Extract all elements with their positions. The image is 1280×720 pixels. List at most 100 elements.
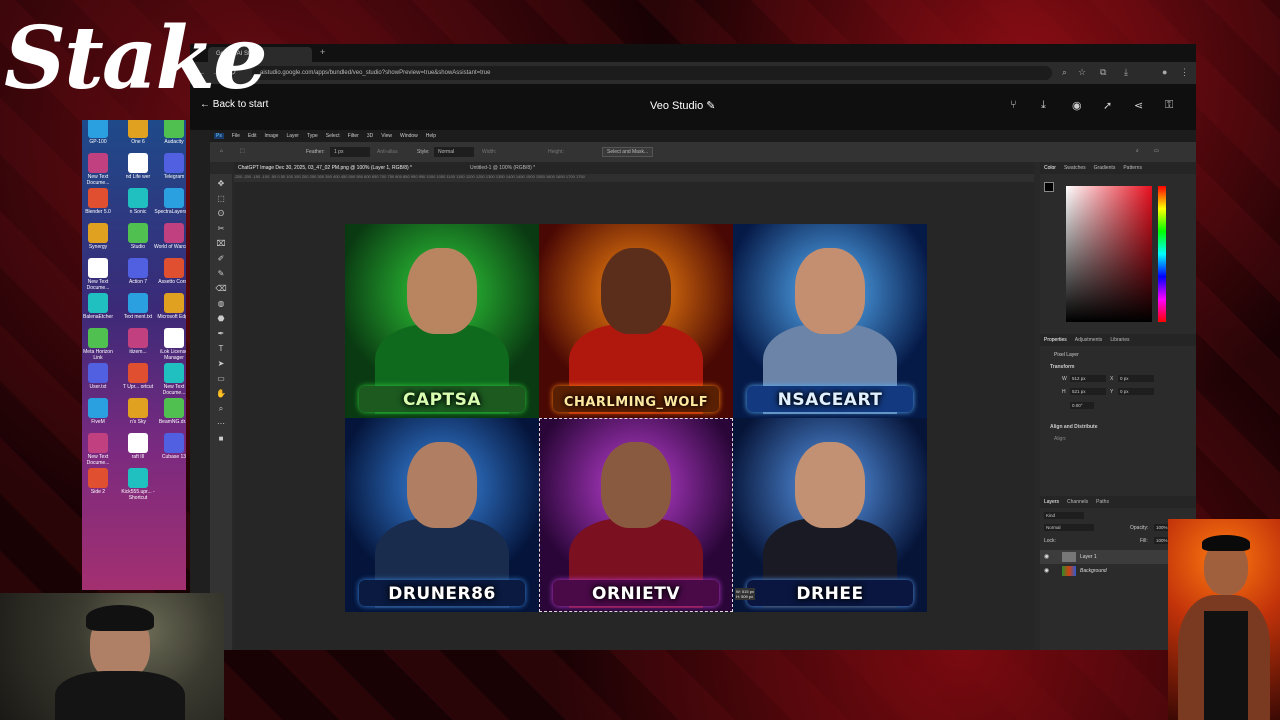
- tab-swatches[interactable]: Swatches: [1064, 165, 1086, 171]
- avatar-card[interactable]: CHARLMING_WOLF: [539, 224, 733, 418]
- visibility-eye-icon[interactable]: ◉: [1044, 553, 1049, 560]
- download-icon[interactable]: ⤓: [1041, 99, 1046, 112]
- profile-icon[interactable]: ●: [1162, 67, 1167, 77]
- zoom-icon[interactable]: ⌕: [1062, 67, 1067, 78]
- desktop-icon[interactable]: Synergy: [82, 223, 118, 250]
- lasso-tool-icon[interactable]: ʘ: [215, 208, 227, 220]
- workspace-icon[interactable]: ▭: [1154, 148, 1159, 154]
- tab-patterns[interactable]: Patterns: [1123, 165, 1142, 171]
- brush-tool-icon[interactable]: ✎: [215, 268, 227, 280]
- desktop-icon[interactable]: Side 2: [82, 468, 118, 495]
- path-select-tool-icon[interactable]: ➤: [215, 358, 227, 370]
- hue-slider[interactable]: [1158, 186, 1166, 322]
- tab-layers[interactable]: Layers: [1044, 499, 1059, 505]
- foreground-color-swatch[interactable]: [1044, 182, 1054, 192]
- desktop-icon[interactable]: FiveM: [82, 398, 118, 425]
- desktop-icon[interactable]: One 6: [118, 120, 158, 145]
- menu-help[interactable]: Help: [426, 133, 436, 139]
- pen-tool-icon[interactable]: ✒: [215, 328, 227, 340]
- desktop-icon[interactable]: Blender 5.0: [82, 188, 118, 215]
- download-icon[interactable]: ⤓: [1124, 67, 1128, 78]
- layer-filter-select[interactable]: Kind: [1044, 512, 1084, 519]
- search-icon[interactable]: ⌕: [1136, 148, 1139, 154]
- feather-input[interactable]: 1 px: [330, 147, 370, 157]
- hand-tool-icon[interactable]: ✋: [215, 388, 227, 400]
- select-and-mask-button[interactable]: Select and Mask...: [602, 147, 654, 157]
- desktop-icon[interactable]: New Text Docume...: [82, 258, 118, 291]
- menu-3d[interactable]: 3D: [367, 133, 373, 139]
- eraser-tool-icon[interactable]: ⌫: [215, 283, 227, 295]
- style-select[interactable]: Normal: [434, 147, 474, 157]
- url-input[interactable]: aistudio.google.com/apps/bundled/veo_stu…: [252, 66, 1052, 80]
- desktop-icon[interactable]: itizem...: [118, 328, 158, 355]
- width-field[interactable]: 512 px: [1070, 375, 1106, 382]
- desktop-icon[interactable]: T Upr... ortcut: [118, 363, 158, 390]
- extensions-icon[interactable]: ⧉: [1100, 67, 1106, 78]
- desktop-icon[interactable]: Meta Horizon Link: [82, 328, 118, 361]
- tab-channels[interactable]: Channels: [1067, 499, 1088, 505]
- type-tool-icon[interactable]: T: [215, 343, 227, 355]
- avatar-card[interactable]: DRUNER86: [345, 418, 539, 612]
- tab-color[interactable]: Color: [1044, 165, 1056, 171]
- desktop-icon[interactable]: World of Warcra...: [154, 223, 186, 250]
- menu-edit[interactable]: Edit: [248, 133, 257, 139]
- marquee-tool-icon[interactable]: ⬚: [240, 148, 245, 154]
- avatar-card[interactable]: DRHEE: [733, 418, 927, 612]
- avatar-card[interactable]: CAPTSA: [345, 224, 539, 418]
- blur-tool-icon[interactable]: ◍: [215, 298, 227, 310]
- avatar-card[interactable]: ORNIETV: [539, 418, 733, 612]
- tab-paths[interactable]: Paths: [1096, 499, 1109, 505]
- home-icon[interactable]: ⌂: [220, 148, 223, 154]
- desktop-icon[interactable]: Kick555.upr... - Shortcut: [118, 468, 158, 501]
- edit-pencil-icon[interactable]: ✎: [706, 100, 715, 112]
- crop-tool-icon[interactable]: ✂: [215, 223, 227, 235]
- antialias-checkbox[interactable]: Anti-alias: [377, 149, 398, 155]
- avatar-card[interactable]: NSACEART: [733, 224, 927, 418]
- desktop-icon[interactable]: Cubase 13: [154, 433, 186, 460]
- move-tool-icon[interactable]: ✥: [215, 178, 227, 190]
- desktop-icon[interactable]: n's Sky: [118, 398, 158, 425]
- eyedropper-tool-icon[interactable]: ✐: [215, 253, 227, 265]
- menu-layer[interactable]: Layer: [286, 133, 299, 139]
- y-field[interactable]: 0 px: [1118, 388, 1154, 395]
- height-field[interactable]: 521 px: [1070, 388, 1106, 395]
- desktop-icon[interactable]: nd Life wer: [118, 153, 158, 180]
- tab-gradients[interactable]: Gradients: [1094, 165, 1116, 171]
- desktop-icon[interactable]: n Sonic: [118, 188, 158, 215]
- desktop-icon[interactable]: GP-100: [82, 120, 118, 145]
- desktop-icon[interactable]: New Text Docume...: [154, 363, 186, 396]
- desktop-icon[interactable]: SpectraLayers 10: [154, 188, 186, 215]
- new-tab-icon[interactable]: +: [320, 47, 325, 57]
- desktop-icon[interactable]: BeamNG.dr...: [154, 398, 186, 425]
- tab-adjustments[interactable]: Adjustments: [1075, 337, 1103, 343]
- image-grid[interactable]: CAPTSA CHARLMING_WOLF NSACEART DRUNER86 ORNI…: [345, 224, 927, 612]
- x-field[interactable]: 0 px: [1118, 375, 1154, 382]
- menu-file[interactable]: File: [232, 133, 240, 139]
- menu-image[interactable]: Image: [265, 133, 279, 139]
- share-nodes-icon[interactable]: ⑂: [1010, 99, 1017, 111]
- visibility-eye-icon[interactable]: ◉: [1044, 567, 1049, 574]
- color-swatch-tool-icon[interactable]: ■: [215, 433, 227, 445]
- desktop-icon[interactable]: iLok License Manager: [154, 328, 186, 361]
- desktop-icon[interactable]: Microsoft Edge: [154, 293, 186, 320]
- ps-logo-icon[interactable]: Ps: [214, 133, 224, 139]
- desktop-icon[interactable]: raft III: [118, 433, 158, 460]
- menu-kebab-icon[interactable]: ⋮: [1180, 67, 1189, 78]
- frame-tool-icon[interactable]: ⌧: [215, 238, 227, 250]
- menu-view[interactable]: View: [381, 133, 392, 139]
- desktop-icon[interactable]: User.txt: [82, 363, 118, 390]
- desktop-icon[interactable]: BalenaEtcher: [82, 293, 118, 320]
- tab-libraries[interactable]: Libraries: [1110, 337, 1129, 343]
- menu-select[interactable]: Select: [326, 133, 340, 139]
- tab-properties[interactable]: Properties: [1044, 337, 1067, 343]
- shape-tool-icon[interactable]: ⬣: [215, 313, 227, 325]
- share-icon[interactable]: ⋖: [1134, 99, 1143, 112]
- desktop-icon[interactable]: Telegram: [154, 153, 186, 180]
- blend-mode-select[interactable]: Normal: [1044, 524, 1094, 531]
- desktop-icon[interactable]: New Text Docume...: [82, 433, 118, 466]
- doc-tab-untitled[interactable]: Untitled-1 @ 100% (RGB/8) *: [470, 165, 535, 171]
- menu-type[interactable]: Type: [307, 133, 318, 139]
- desktop-icon[interactable]: Action 7: [118, 258, 158, 285]
- doc-tab-chatgpt-image[interactable]: ChatGPT Image Dec 30, 2025, 03_47_02 PM.…: [238, 165, 412, 171]
- desktop-icon[interactable]: Audacity: [154, 120, 186, 145]
